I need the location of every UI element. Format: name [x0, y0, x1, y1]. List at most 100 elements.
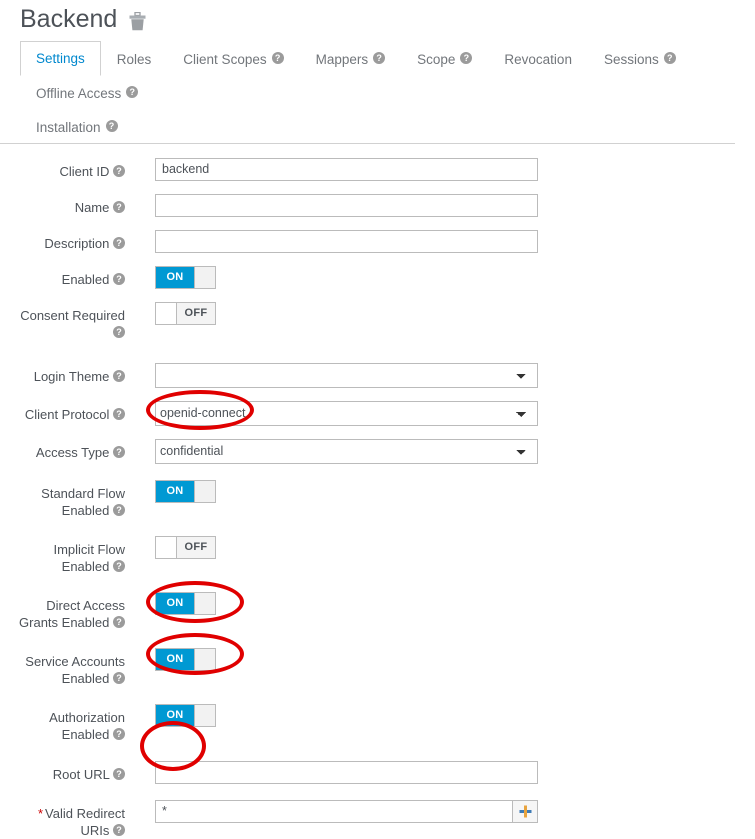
form-row-implicit-flow-enabled: Implicit Flow Enabled ? OFF	[0, 535, 755, 575]
label-text: Valid Redirect	[45, 805, 125, 821]
label-consent-required: Consent Required ?	[0, 302, 125, 341]
label-text-line1: Authorization	[49, 709, 125, 725]
required-marker: *	[37, 805, 44, 821]
service-accounts-enabled-toggle[interactable]: ON	[155, 647, 216, 671]
help-icon[interactable]: ?	[113, 237, 125, 250]
tab-label: Offline Access	[36, 85, 122, 101]
help-icon[interactable]: ?	[373, 52, 386, 64]
label-standard-flow-enabled: Standard Flow Enabled ?	[0, 480, 125, 519]
label-enabled: Enabled ?	[0, 266, 125, 288]
help-icon[interactable]: ?	[113, 560, 125, 573]
toggle-handle	[194, 648, 215, 670]
toggle-state-label: OFF	[176, 302, 215, 324]
help-icon[interactable]: ?	[663, 52, 676, 64]
label-text-line1: Direct Access	[46, 597, 125, 613]
toggle-handle	[194, 592, 215, 614]
client-protocol-select[interactable]: openid-connect	[155, 400, 538, 426]
form-row-authorization-enabled: Authorization Enabled ? ON	[0, 703, 755, 743]
help-icon[interactable]: ?	[271, 52, 284, 64]
toggle-state-label: ON	[156, 648, 195, 670]
form-row-login-theme: Login Theme ?	[0, 362, 755, 388]
label-service-accounts-enabled: Service Accounts Enabled ?	[0, 648, 125, 687]
label-text-line2: Enabled	[61, 670, 110, 686]
tab-label: Revocation	[504, 51, 572, 67]
access-type-select[interactable]: confidential	[155, 438, 538, 464]
help-icon[interactable]: ?	[113, 273, 125, 286]
toggle-state-label: ON	[156, 592, 195, 614]
valid-redirect-uris-group	[155, 799, 538, 823]
help-icon[interactable]: ?	[113, 446, 125, 459]
label-text: Login Theme	[33, 368, 110, 384]
standard-flow-enabled-toggle[interactable]: ON	[155, 479, 216, 503]
tab-scope[interactable]: Scope ?	[401, 42, 488, 76]
client-id-input[interactable]	[155, 157, 538, 181]
login-theme-select[interactable]	[155, 362, 538, 388]
help-icon[interactable]: ?	[126, 86, 139, 98]
label-access-type: Access Type ?	[0, 439, 125, 461]
help-icon[interactable]: ?	[113, 326, 125, 339]
implicit-flow-enabled-toggle[interactable]: OFF	[155, 535, 216, 559]
label-text-line2: Enabled	[61, 558, 110, 574]
label-text: Consent Required	[20, 307, 125, 323]
root-url-input[interactable]	[155, 760, 538, 784]
help-icon[interactable]: ?	[113, 768, 125, 781]
label-text: Root URL	[52, 766, 110, 782]
page-header: Backend	[0, 0, 755, 38]
form-row-description: Description ?	[0, 229, 755, 253]
control-root-url	[155, 760, 538, 784]
tab-offline-access[interactable]: Offline Access ?	[20, 76, 154, 110]
help-icon[interactable]: ?	[460, 52, 473, 64]
tab-sessions[interactable]: Sessions ?	[588, 42, 692, 76]
help-icon[interactable]: ?	[105, 120, 118, 132]
description-input[interactable]	[155, 229, 538, 253]
tab-label: Mappers	[315, 51, 369, 67]
form-row-access-type: Access Type ? confidential	[0, 438, 755, 464]
label-text: Access Type	[35, 444, 110, 460]
help-icon[interactable]: ?	[113, 408, 125, 421]
label-text-line1: Service Accounts	[25, 653, 125, 669]
control-client-id	[155, 157, 538, 181]
tab-mappers[interactable]: Mappers ?	[300, 42, 402, 76]
label-text: Enabled	[61, 271, 110, 287]
tab-revocation[interactable]: Revocation	[488, 42, 588, 76]
tab-bar: Settings Roles Client Scopes ? Mappers ?…	[0, 40, 735, 144]
help-icon[interactable]: ?	[113, 165, 125, 178]
tab-settings[interactable]: Settings	[20, 40, 101, 76]
form-row-client-id: Client ID ?	[0, 157, 755, 181]
help-icon[interactable]: ?	[113, 201, 125, 214]
trash-icon[interactable]	[129, 12, 146, 31]
tab-label: Settings	[36, 50, 85, 66]
label-implicit-flow-enabled: Implicit Flow Enabled ?	[0, 536, 125, 575]
authorization-enabled-toggle[interactable]: ON	[155, 703, 216, 727]
consent-required-toggle[interactable]: OFF	[155, 301, 216, 325]
control-standard-flow-enabled: ON	[155, 479, 216, 503]
form-row-root-url: Root URL ?	[0, 760, 755, 784]
help-icon[interactable]: ?	[113, 370, 125, 383]
enabled-toggle[interactable]: ON	[155, 265, 216, 289]
direct-access-grants-enabled-toggle[interactable]: ON	[155, 591, 216, 615]
label-text-line1: Standard Flow	[41, 485, 125, 501]
toggle-state-label: ON	[156, 266, 195, 288]
label-direct-access-grants-enabled: Direct Access Grants Enabled ?	[0, 592, 125, 631]
help-icon[interactable]: ?	[113, 504, 125, 517]
help-icon[interactable]: ?	[113, 616, 125, 629]
tab-roles[interactable]: Roles	[101, 42, 168, 76]
help-icon[interactable]: ?	[113, 728, 125, 741]
name-input[interactable]	[155, 193, 538, 217]
toggle-state-label: ON	[156, 704, 195, 726]
label-root-url: Root URL ?	[0, 761, 125, 783]
control-login-theme	[155, 362, 538, 388]
tab-label: Installation	[36, 119, 101, 135]
form-row-consent-required: Consent Required ? OFF	[0, 301, 755, 341]
tab-client-scopes[interactable]: Client Scopes ?	[167, 42, 299, 76]
tab-installation[interactable]: Installation ?	[20, 110, 134, 144]
help-icon[interactable]: ?	[113, 672, 125, 685]
tab-row-2: Installation ?	[20, 109, 735, 143]
add-redirect-uri-button[interactable]	[513, 799, 538, 823]
plus-icon	[519, 805, 531, 817]
toggle-handle	[194, 480, 215, 502]
control-service-accounts-enabled: ON	[155, 647, 216, 671]
help-icon[interactable]: ?	[113, 824, 125, 837]
control-authorization-enabled: ON	[155, 703, 216, 727]
valid-redirect-uris-input[interactable]	[155, 799, 513, 823]
